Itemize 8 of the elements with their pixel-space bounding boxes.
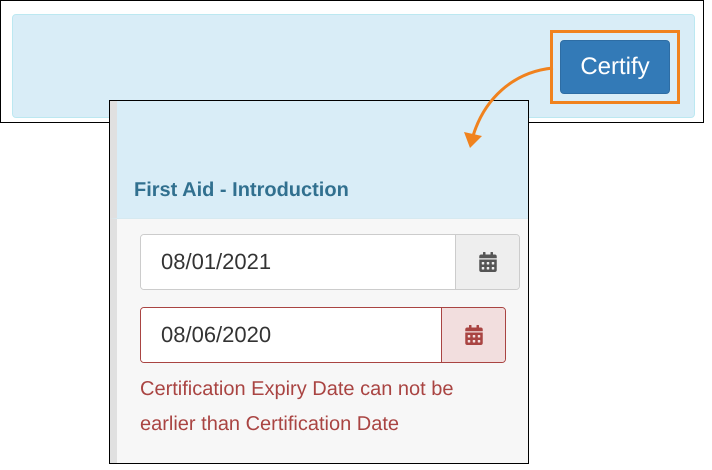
date-field[interactable]: 08/06/2020 <box>140 307 506 363</box>
certify-button[interactable]: Certify <box>560 40 670 94</box>
panel-title: First Aid - Introduction <box>134 179 349 202</box>
error-message: Certification Expiry Date can not be earlier than Certification Date <box>140 377 454 437</box>
calendar-icon <box>478 252 498 272</box>
calendar-icon <box>464 325 484 345</box>
date-field[interactable]: 08/01/2021 <box>140 234 520 290</box>
calendar-button[interactable] <box>441 308 505 362</box>
